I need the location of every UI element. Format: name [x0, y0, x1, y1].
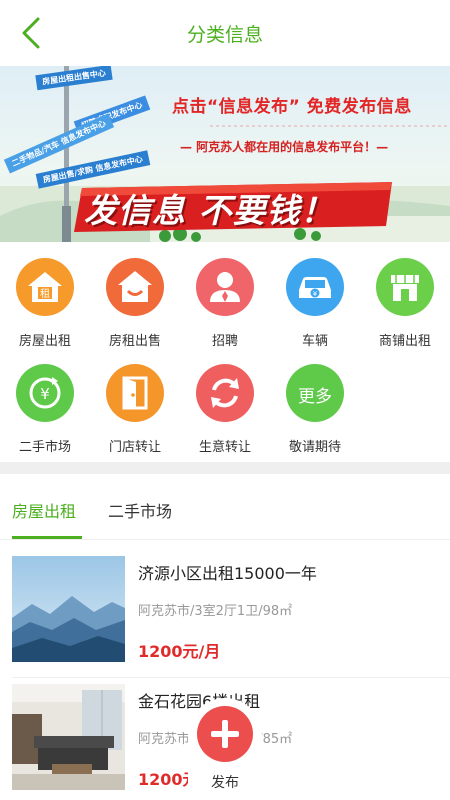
plus-icon	[211, 720, 239, 748]
headline-quote: “信息发布”	[207, 97, 301, 117]
category-more[interactable]: 更多 敬请期待	[270, 354, 360, 455]
category-label: 敬请期待	[288, 440, 341, 455]
tab-house-rent[interactable]: 房屋出租	[12, 498, 76, 522]
car-icon: ¥	[286, 258, 344, 316]
shop-icon	[376, 258, 434, 316]
more-icon: 更多	[286, 364, 344, 422]
listing-price: 1200元/月	[138, 642, 221, 661]
category-vehicles[interactable]: ¥ 车辆	[270, 248, 360, 349]
home-icon	[106, 258, 164, 316]
house-icon: 租	[16, 258, 74, 316]
headline-prefix: 点击	[172, 97, 207, 117]
category-label: 商铺出租	[378, 334, 431, 349]
more-icon-text: 更多	[298, 387, 332, 407]
category-label: 门店转让	[108, 440, 161, 455]
category-house-sale[interactable]: 房租出售	[90, 248, 180, 349]
tab-secondhand[interactable]: 二手市场	[108, 498, 172, 522]
active-tab-indicator	[12, 536, 82, 539]
banner-subline: — 阿克苏人都在用的信息发布平台！—	[180, 140, 389, 154]
banner-big-text: 发信息 不要钱！	[84, 191, 335, 230]
category-label: 二手市场	[18, 440, 71, 455]
listing-meta: 阿克苏市/3室2厅1卫/98㎡	[138, 604, 293, 619]
publish-label[interactable]: 发布	[188, 772, 262, 792]
publish-button[interactable]	[197, 706, 253, 762]
category-store-transfer[interactable]: 门店转让	[90, 354, 180, 455]
banner-headline: 点击“信息发布” 免费发布信息	[172, 92, 412, 117]
app-header: 分类信息	[0, 0, 450, 66]
listing-title: 济源小区出租15000一年	[138, 564, 317, 583]
section-divider	[0, 462, 450, 474]
publish-fab-container: 发布	[188, 698, 262, 800]
category-jobs[interactable]: 招聘	[180, 248, 270, 349]
svg-text:¥: ¥	[313, 290, 318, 298]
headline-suffix: 免费发布信息	[306, 97, 412, 117]
listing-thumbnail	[12, 556, 125, 662]
svg-text:¥: ¥	[40, 385, 50, 403]
category-label: 房租出售	[108, 334, 161, 349]
refresh-icon	[196, 364, 254, 422]
category-label: 房屋出租	[18, 334, 71, 349]
door-icon	[106, 364, 164, 422]
yuan-cycle-icon: ¥	[16, 364, 74, 422]
listing-thumbnail	[12, 684, 125, 790]
category-label: 招聘	[211, 334, 238, 349]
list-item[interactable]: 济源小区出租15000一年 阿克苏市/3室2厅1卫/98㎡ 1200元/月	[0, 542, 450, 678]
promo-banner[interactable]: 房屋出租出售中心 招聘求职发布中心 二手物品/汽车 信息发布中心 房屋出售/求购…	[0, 66, 450, 242]
category-label: 车辆	[301, 334, 328, 349]
category-business-transfer[interactable]: 生意转让	[180, 354, 270, 455]
category-label: 生意转让	[198, 440, 251, 455]
category-house-rent[interactable]: 租 房屋出租	[0, 248, 90, 349]
person-icon	[196, 258, 254, 316]
category-shop-rent[interactable]: 商铺出租	[360, 248, 450, 349]
page-title: 分类信息	[186, 24, 263, 46]
category-secondhand[interactable]: ¥ 二手市场	[0, 354, 90, 455]
category-grid: 租 房屋出租 房租出售 招聘 ¥ 车辆 商铺出租 ¥ 二手市场 门店转让 生意转…	[0, 248, 450, 458]
svg-text:租: 租	[40, 287, 50, 300]
listing-tabs: 房屋出租 二手市场	[0, 474, 450, 540]
